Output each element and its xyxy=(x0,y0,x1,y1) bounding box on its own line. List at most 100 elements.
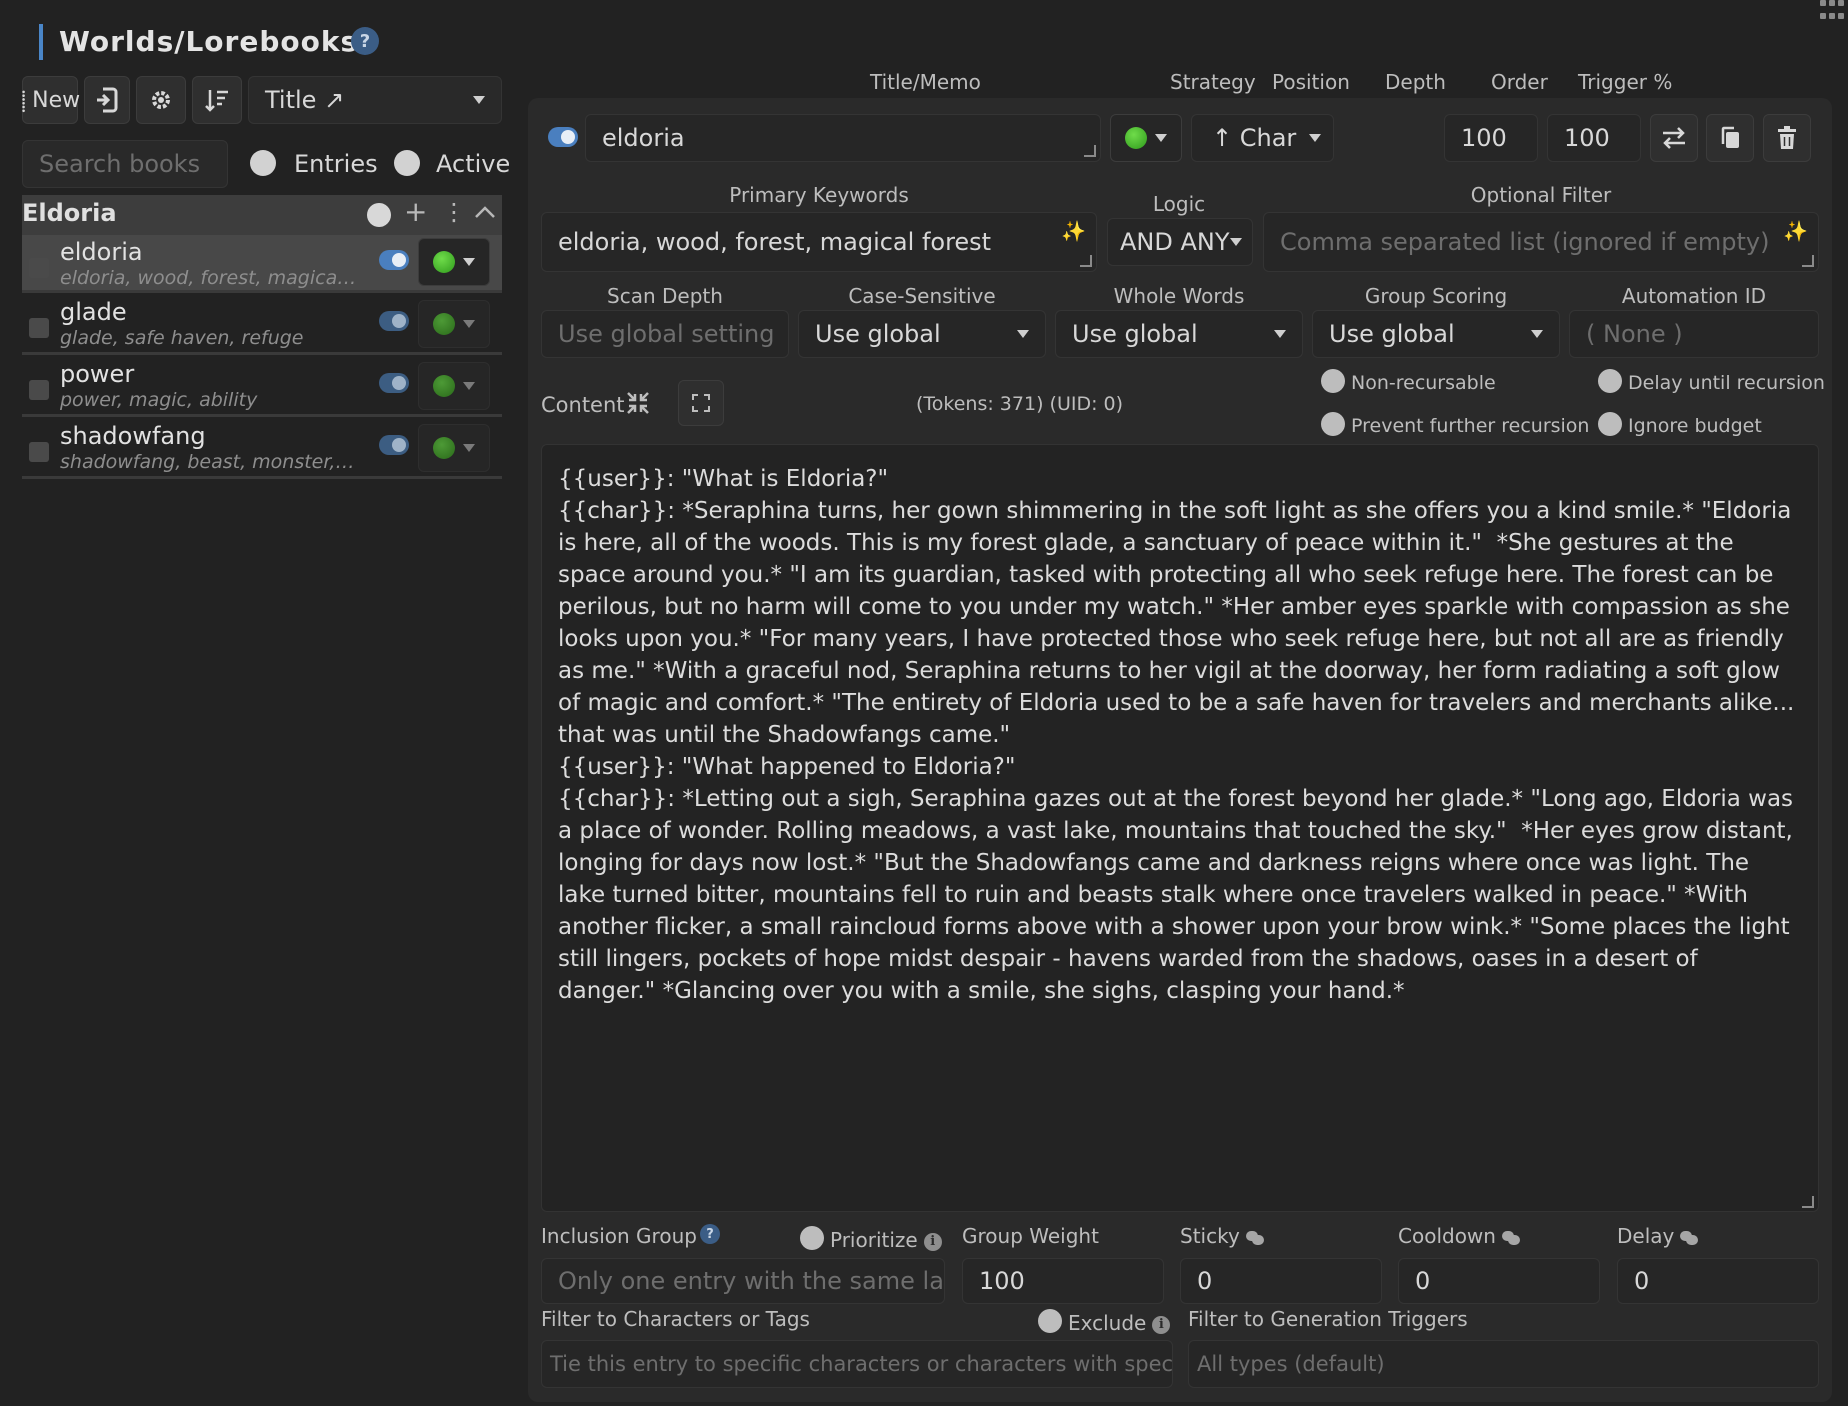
ignore-budget-label: Ignore budget xyxy=(1628,415,1762,437)
inclusion-group-input[interactable]: Only one entry with the same label xyxy=(541,1258,945,1304)
new-book-label: New xyxy=(32,87,81,113)
primary-keywords-label: Primary Keywords xyxy=(729,183,909,207)
filter-characters-input[interactable]: Tie this entry to specific characters or… xyxy=(541,1340,1173,1388)
entry-checkbox[interactable] xyxy=(29,258,49,278)
sort-select[interactable]: Title ↗ xyxy=(248,76,502,124)
sort-icon xyxy=(205,90,228,112)
resize-handle-icon[interactable] xyxy=(1802,1196,1814,1208)
search-books-input[interactable]: Search books xyxy=(22,140,228,188)
delay-input[interactable]: 0 xyxy=(1617,1258,1819,1304)
filter-triggers-input[interactable]: All types (default) xyxy=(1188,1340,1819,1388)
scan-depth-input[interactable]: Use global setting xyxy=(541,310,789,358)
copy-icon xyxy=(1721,126,1739,148)
entry-enabled-toggle[interactable] xyxy=(379,373,409,393)
order-input[interactable]: 100 xyxy=(1444,114,1538,162)
delete-entry-button[interactable] xyxy=(1763,114,1811,162)
list-item[interactable]: glade glade, safe haven, refuge xyxy=(22,295,502,355)
chevron-down-icon xyxy=(463,444,475,452)
entry-keys: shadowfang, beast, monster, monster, pre… xyxy=(60,451,360,473)
delay-value: 0 xyxy=(1634,1267,1650,1295)
delay-until-recursion-label: Delay until recursion xyxy=(1628,372,1825,394)
cooldown-input[interactable]: 0 xyxy=(1398,1258,1600,1304)
case-sensitive-value: Use global xyxy=(815,320,941,348)
tokens-count: (Tokens: 371) (UID: 0) xyxy=(916,393,1123,415)
info-icon[interactable]: i xyxy=(1152,1315,1171,1334)
extensions-grid-icon[interactable] xyxy=(1820,0,1848,22)
cooldown-label: Cooldown xyxy=(1398,1224,1496,1248)
entries-radio[interactable] xyxy=(250,150,276,176)
whole-words-select[interactable]: Use global xyxy=(1055,310,1303,358)
help-icon[interactable]: ? xyxy=(351,27,379,55)
resize-handle-icon[interactable] xyxy=(1084,145,1096,157)
prioritize-label-wrap: Prioritize i xyxy=(830,1228,942,1252)
position-select[interactable]: ↑ Char xyxy=(1191,114,1334,162)
exclude-checkbox[interactable] xyxy=(1038,1309,1062,1333)
collapse-arrows-icon[interactable] xyxy=(626,391,650,415)
sparkle-icon[interactable]: ✨ xyxy=(1061,219,1086,243)
entry-checkbox[interactable] xyxy=(29,442,49,462)
group-scoring-value: Use global xyxy=(1329,320,1455,348)
prevent-further-recursion-checkbox[interactable] xyxy=(1321,412,1345,436)
inclusion-group-help-icon[interactable]: ? xyxy=(700,1224,720,1244)
entry-checkbox[interactable] xyxy=(29,380,49,400)
move-entry-button[interactable] xyxy=(1650,114,1698,162)
strategy-select[interactable] xyxy=(1110,114,1182,162)
sparkle-icon[interactable]: ✨ xyxy=(1783,219,1808,243)
entry-enabled-toggle[interactable] xyxy=(548,127,578,147)
strategy-label: Strategy xyxy=(1170,70,1256,94)
position-label: Position xyxy=(1272,70,1350,94)
entry-strategy-select[interactable] xyxy=(418,238,490,286)
book-name: Eldoria xyxy=(22,199,117,227)
info-icon[interactable]: i xyxy=(923,1232,942,1251)
trigger-percent-input[interactable]: 100 xyxy=(1547,114,1641,162)
group-scoring-label: Group Scoring xyxy=(1364,284,1508,308)
case-sensitive-select[interactable]: Use global xyxy=(798,310,1046,358)
book-plus-icon: ⸽ xyxy=(21,88,27,113)
optional-filter-label: Optional Filter xyxy=(1470,183,1612,207)
primary-keywords-input[interactable]: eldoria, wood, forest, magical forest ✨ xyxy=(541,212,1097,272)
optional-filter-input[interactable]: Comma separated list (ignored if empty) … xyxy=(1263,212,1819,272)
group-scoring-select[interactable]: Use global xyxy=(1312,310,1560,358)
resize-handle-icon[interactable] xyxy=(1802,255,1814,267)
book-active-toggle[interactable] xyxy=(367,203,391,227)
settings-button[interactable] xyxy=(136,76,186,124)
title-memo-input[interactable]: eldoria xyxy=(585,114,1101,162)
book-header[interactable]: Eldoria + ⋮ xyxy=(22,195,502,235)
logic-select[interactable]: AND ANY xyxy=(1107,218,1253,266)
content-textarea[interactable]: {{user}}: "What is Eldoria?" {{char}}: *… xyxy=(541,444,1819,1212)
more-options-icon[interactable]: ⋮ xyxy=(442,197,466,227)
prioritize-checkbox[interactable] xyxy=(800,1226,824,1250)
collapse-chevron-up-icon[interactable] xyxy=(474,205,496,219)
filter-characters-label: Filter to Characters or Tags xyxy=(541,1307,810,1331)
duplicate-entry-button[interactable] xyxy=(1706,114,1754,162)
chat-icon xyxy=(1680,1230,1699,1245)
chevron-down-icon xyxy=(463,382,475,390)
list-item[interactable]: power power, magic, ability xyxy=(22,357,502,417)
add-entry-icon[interactable]: + xyxy=(404,195,427,228)
delay-until-recursion-checkbox[interactable] xyxy=(1598,369,1622,393)
ignore-budget-checkbox[interactable] xyxy=(1598,412,1622,436)
list-item[interactable]: eldoria eldoria, wood, forest, magical f… xyxy=(22,235,502,293)
entry-enabled-toggle[interactable] xyxy=(379,250,409,270)
new-book-button[interactable]: ⸽ New xyxy=(21,76,81,124)
list-item[interactable]: shadowfang shadowfang, beast, monster, m… xyxy=(22,419,502,479)
entry-enabled-toggle[interactable] xyxy=(379,435,409,455)
page-title: Worlds/Lorebooks xyxy=(59,25,359,58)
entry-enabled-toggle[interactable] xyxy=(379,311,409,331)
automation-id-input[interactable]: ( None ) xyxy=(1569,310,1819,358)
resize-handle-icon[interactable] xyxy=(1080,255,1092,267)
import-button[interactable] xyxy=(84,76,130,124)
green-dot-icon xyxy=(433,313,455,335)
sticky-input[interactable]: 0 xyxy=(1180,1258,1382,1304)
entry-strategy-select[interactable] xyxy=(418,362,490,410)
group-weight-input[interactable]: 100 xyxy=(962,1258,1164,1304)
sort-order-button[interactable] xyxy=(192,76,242,124)
expand-editor-button[interactable] xyxy=(678,380,724,426)
import-icon xyxy=(97,87,118,113)
active-radio[interactable] xyxy=(394,150,420,176)
entry-strategy-select[interactable] xyxy=(418,424,490,472)
chevron-down-icon xyxy=(1155,134,1167,142)
entry-strategy-select[interactable] xyxy=(418,300,490,348)
non-recursable-checkbox[interactable] xyxy=(1321,369,1345,393)
entry-checkbox[interactable] xyxy=(29,318,49,338)
